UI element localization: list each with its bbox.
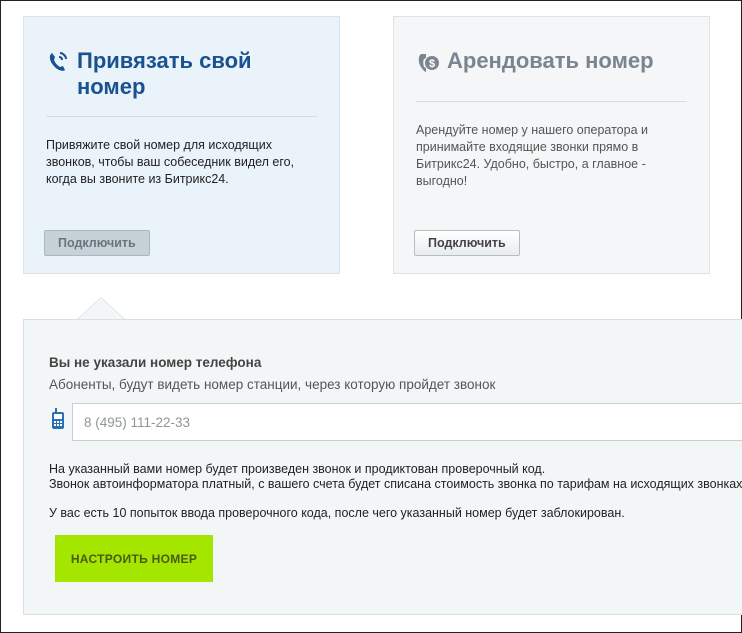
- bind-connect-button[interactable]: Подключить: [44, 230, 150, 256]
- phone-dollar-icon: $: [418, 54, 439, 72]
- phone-link-icon: [49, 52, 67, 71]
- bind-card-divider: [46, 116, 317, 117]
- info-text-attempts: У вас есть 10 попыток ввода проверочного…: [49, 506, 625, 520]
- info-text-cost: Звонок автоинформатора платный, с вашего…: [49, 477, 742, 491]
- rent-card-divider: [416, 101, 687, 102]
- panel-title: Вы не указали номер телефона: [49, 355, 262, 370]
- number-setup-panel: Вы не указали номер телефона Абоненты, б…: [23, 319, 742, 615]
- setup-number-button[interactable]: НАСТРОИТЬ НОМЕР: [55, 535, 213, 582]
- rent-card-description: Арендуйте номер у нашего оператора и при…: [416, 123, 648, 188]
- rent-number-card: $ Арендовать номер Арендуйте номер у наш…: [393, 16, 710, 274]
- svg-text:$: $: [429, 58, 435, 70]
- phone-number-input[interactable]: [72, 403, 742, 441]
- rent-card-title: Арендовать номер: [447, 48, 654, 73]
- rent-connect-button[interactable]: Подключить: [414, 230, 520, 256]
- mobile-phone-icon: [52, 408, 64, 429]
- info-text-call: На указанный вами номер будет произведен…: [49, 462, 546, 476]
- bind-card-description: Привяжите свой номер для исходящих звонк…: [46, 138, 295, 186]
- panel-subtitle: Абоненты, будут видеть номер станции, че…: [49, 377, 496, 392]
- bind-number-card: Привязать свой номер Привяжите свой номе…: [23, 16, 340, 274]
- bind-card-title: Привязать свой номер: [77, 48, 252, 99]
